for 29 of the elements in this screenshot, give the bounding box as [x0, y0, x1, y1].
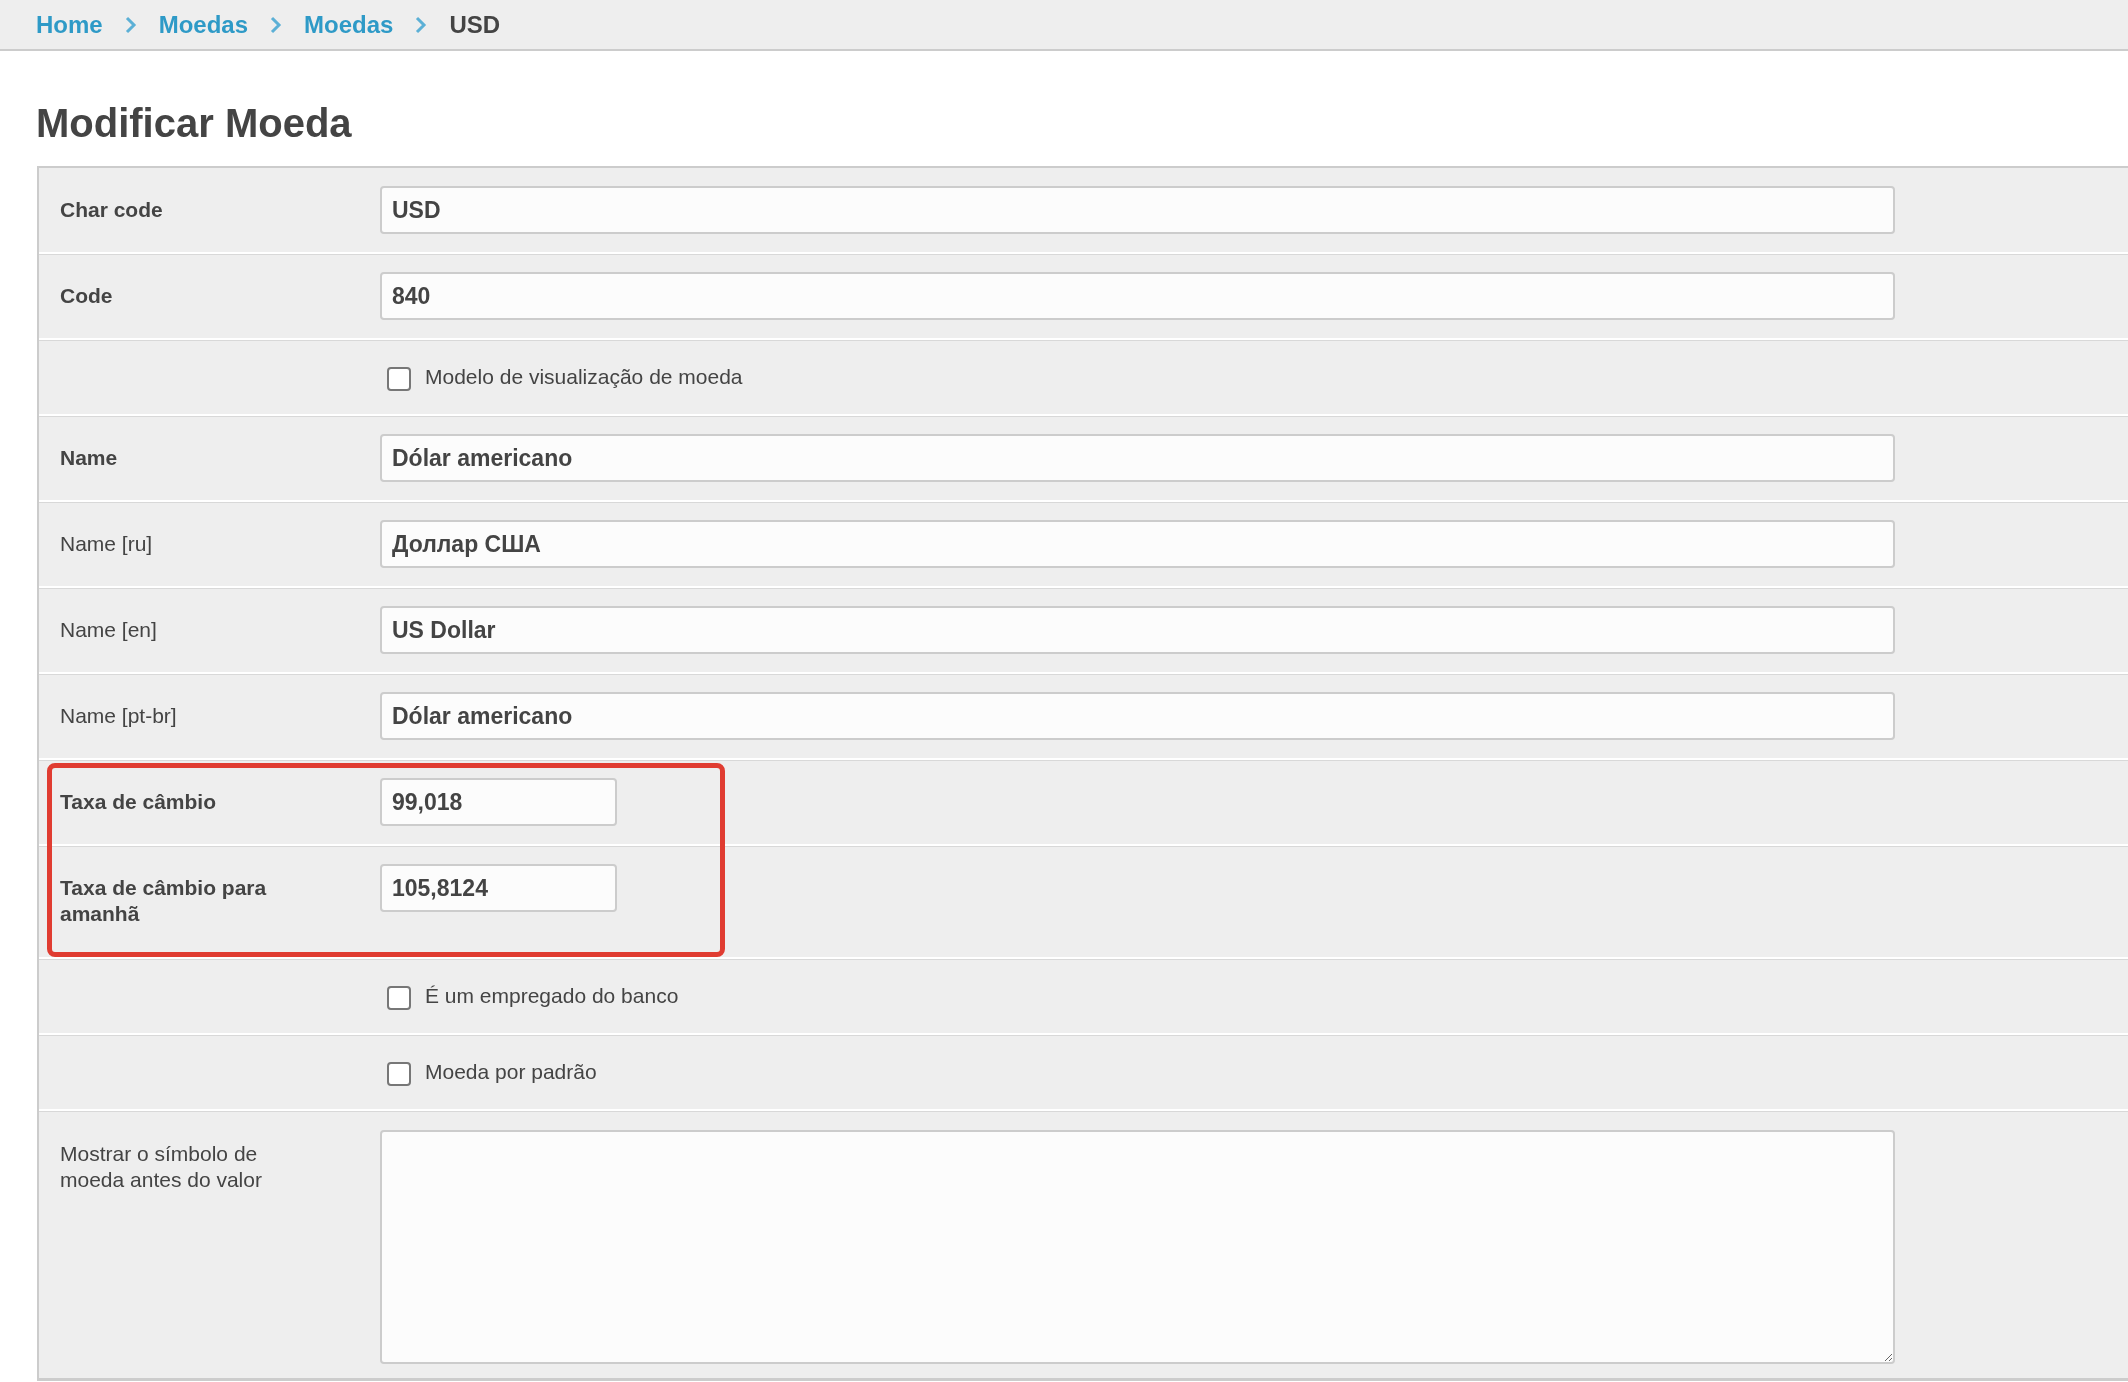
checkbox-label: Modelo de visualização de moeda — [425, 365, 743, 389]
input-field[interactable]: USD — [380, 186, 1895, 234]
field-label: Taxa de câmbio para amanhã — [59, 875, 268, 927]
input-field[interactable]: 105,8124 — [380, 864, 617, 912]
checkbox[interactable] — [387, 367, 411, 391]
field-label: Name [en] — [59, 617, 158, 643]
field-label: Name — [59, 445, 119, 471]
checkbox[interactable] — [387, 986, 411, 1010]
field-label: Char code — [59, 197, 164, 223]
input-field[interactable]: Доллар США — [380, 520, 1895, 568]
checkbox-label: Moeda por padrão — [425, 1060, 597, 1084]
chevron-right-icon — [270, 15, 283, 34]
textarea-field[interactable] — [380, 1130, 1895, 1364]
chevron-right-icon — [415, 15, 428, 34]
field-label: Code — [59, 283, 114, 309]
input-field[interactable]: Dólar americano — [380, 692, 1895, 740]
input-field[interactable]: 840 — [380, 272, 1895, 320]
field-label: Mostrar o símbolo de moeda antes do valor — [59, 1141, 263, 1193]
breadcrumb-current: USD — [449, 10, 501, 39]
chevron-right-icon — [124, 15, 137, 34]
field-label: Name [ru] — [59, 531, 154, 557]
checkbox-label: É um empregado do banco — [425, 984, 679, 1008]
input-field[interactable]: US Dollar — [380, 606, 1895, 654]
input-field[interactable]: Dólar americano — [380, 434, 1895, 482]
input-field[interactable]: 99,018 — [380, 778, 617, 826]
field-label: Taxa de câmbio — [59, 789, 217, 815]
checkbox[interactable] — [387, 1062, 411, 1086]
page-title: Modificar Moeda — [36, 100, 353, 147]
field-label: Name [pt-br] — [59, 703, 178, 729]
